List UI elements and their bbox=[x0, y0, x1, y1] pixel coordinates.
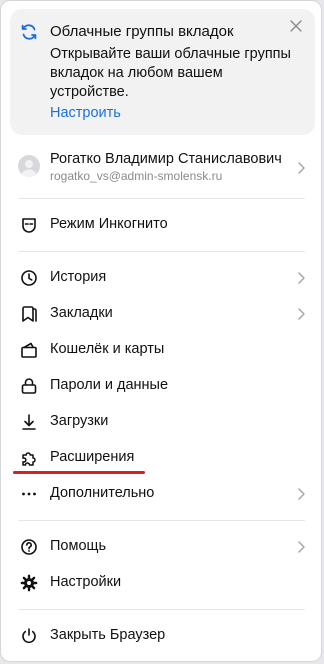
menu-item-settings[interactable]: Настройки bbox=[1, 566, 323, 600]
menu-item-downloads[interactable]: Загрузки bbox=[1, 405, 323, 439]
divider bbox=[18, 609, 305, 610]
menu-item-wallet[interactable]: Кошелёк и карты bbox=[1, 333, 323, 367]
divider bbox=[18, 520, 305, 521]
highlight-underline bbox=[13, 471, 145, 474]
menu-item-passwords[interactable]: Пароли и данные bbox=[1, 369, 323, 403]
profile-row[interactable]: Рогатко Владимир Станиславович rogatko_v… bbox=[1, 147, 323, 191]
sync-icon bbox=[20, 23, 38, 41]
menu-item-more[interactable]: Дополнительно bbox=[1, 477, 323, 511]
download-icon bbox=[20, 413, 38, 431]
mask-icon bbox=[20, 216, 38, 234]
chevron-right-icon bbox=[297, 308, 305, 320]
menu-item-label: Настройки bbox=[50, 574, 122, 590]
bookmark-icon bbox=[20, 305, 38, 323]
card-description: Открывайте ваши облачные группы вкладок … bbox=[50, 46, 291, 100]
menu-item-label: Дополнительно bbox=[50, 485, 155, 501]
browser-menu-panel: Облачные группы вкладок Открывайте ваши … bbox=[0, 0, 322, 662]
menu-item-extensions[interactable]: Расширения bbox=[1, 441, 323, 475]
menu-item-label: Режим Инкогнито bbox=[50, 216, 168, 232]
menu-item-incognito[interactable]: Режим Инкогнито bbox=[1, 208, 323, 242]
menu-item-label: Кошелёк и карты bbox=[50, 341, 165, 357]
cloud-tab-groups-card: Облачные группы вкладок Открывайте ваши … bbox=[10, 9, 315, 135]
chevron-right-icon bbox=[297, 541, 305, 553]
menu-item-label: Расширения bbox=[50, 449, 135, 465]
menu-item-history[interactable]: История bbox=[1, 261, 323, 295]
avatar bbox=[18, 155, 40, 177]
wallet-icon bbox=[20, 341, 38, 359]
gear-icon bbox=[20, 574, 38, 592]
divider bbox=[18, 198, 305, 199]
help-icon bbox=[20, 538, 38, 556]
chevron-right-icon bbox=[297, 488, 305, 500]
chevron-right-icon bbox=[297, 162, 305, 174]
divider bbox=[18, 251, 305, 252]
configure-link[interactable]: Настроить bbox=[50, 105, 121, 121]
power-icon bbox=[20, 627, 38, 645]
puzzle-icon bbox=[20, 449, 38, 467]
menu-item-label: Закрыть Браузер bbox=[50, 627, 166, 643]
key-icon bbox=[20, 377, 38, 395]
menu-item-label: Закладки bbox=[50, 305, 113, 321]
chevron-right-icon bbox=[297, 272, 305, 284]
menu-item-label: История bbox=[50, 269, 107, 285]
profile-name: Рогатко Владимир Станиславович bbox=[50, 151, 282, 167]
menu-item-label: Загрузки bbox=[50, 413, 109, 429]
clock-icon bbox=[20, 269, 38, 287]
profile-email: rogatko_vs@admin-smolensk.ru bbox=[50, 169, 223, 183]
menu-item-label: Пароли и данные bbox=[50, 377, 169, 393]
more-dots-icon bbox=[20, 485, 38, 503]
menu-item-bookmarks[interactable]: Закладки bbox=[1, 297, 323, 331]
close-icon[interactable] bbox=[289, 19, 303, 33]
menu-item-help[interactable]: Помощь bbox=[1, 530, 323, 564]
menu-item-label: Помощь bbox=[50, 538, 107, 554]
menu-item-close-browser[interactable]: Закрыть Браузер bbox=[1, 619, 323, 653]
card-title: Облачные группы вкладок bbox=[50, 23, 234, 40]
